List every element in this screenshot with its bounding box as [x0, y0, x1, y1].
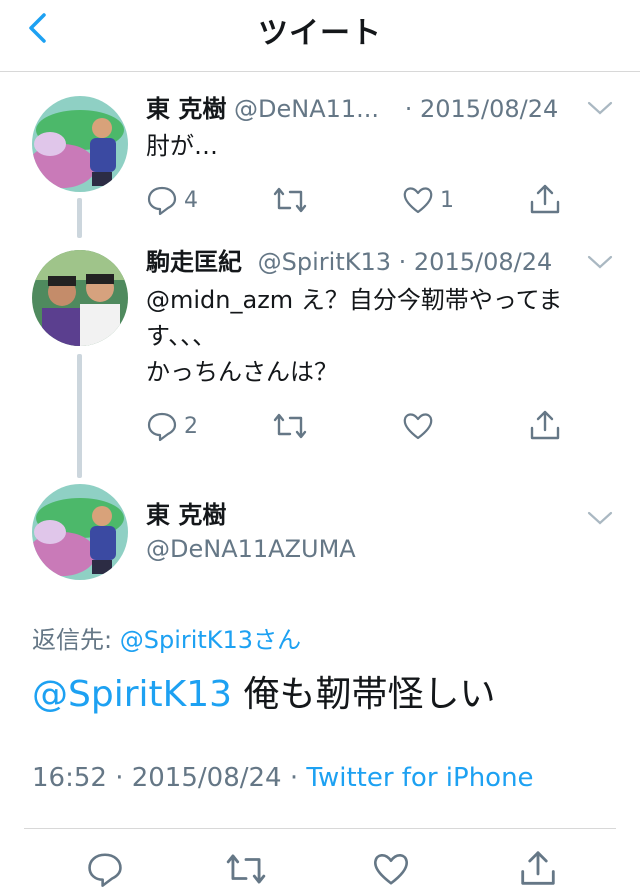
tweet-text-line: す、、、 — [146, 322, 217, 350]
retweet-button[interactable] — [272, 410, 308, 442]
tweet-meta: 16:52 · 2015/08/24 · Twitter for iPhone — [32, 763, 534, 793]
mention-link[interactable]: @midn_azm — [146, 286, 293, 314]
reply-icon — [147, 186, 177, 216]
reply-icon — [147, 412, 177, 442]
tweet-author-handle[interactable]: @SpiritK13 — [258, 248, 391, 276]
share-button[interactable] — [528, 182, 562, 216]
retweet-button[interactable] — [272, 184, 308, 216]
main-tweet-text: @SpiritK13 俺も靭帯怪しい — [32, 672, 496, 718]
like-button[interactable]: 1 — [402, 184, 454, 216]
share-button[interactable] — [528, 408, 562, 442]
divider — [24, 828, 616, 829]
main-tweet-body: 俺も靭帯怪しい — [232, 674, 496, 715]
chevron-down-icon[interactable] — [587, 254, 613, 270]
tweet-text-line: え？自分今靭帯やってま — [293, 286, 563, 314]
main-author-handle-row: @DeNA11AZUMA — [146, 534, 356, 564]
reply-button[interactable]: 2 — [146, 410, 198, 442]
tweet-header: 東 克樹 @DeNA11... · 2015/08/24 — [146, 94, 558, 124]
main-author-name[interactable]: 東 克樹 — [146, 500, 226, 530]
retweet-icon — [273, 187, 307, 213]
tweet-author-name[interactable]: 駒走匡紀 — [146, 248, 242, 276]
reply-to-link[interactable]: @SpiritK13さん — [120, 626, 301, 654]
mention-link[interactable]: @SpiritK13 — [32, 674, 232, 715]
share-icon — [530, 410, 560, 440]
tweet-text: 肘が… — [146, 132, 218, 160]
reply-count: 2 — [184, 413, 198, 439]
reply-to-line: 返信先: @SpiritK13さん — [32, 620, 301, 655]
page-title: ツイート — [258, 16, 382, 51]
reply-button[interactable]: 4 — [146, 184, 198, 216]
retweet-icon — [273, 413, 307, 439]
heart-icon[interactable] — [372, 850, 410, 888]
thread-line — [77, 354, 82, 478]
share-icon — [530, 184, 560, 214]
reply-count: 4 — [184, 187, 198, 213]
heart-icon — [403, 413, 433, 440]
avatar[interactable] — [32, 96, 128, 192]
like-button[interactable] — [402, 410, 434, 442]
tweet-text-line: かっちんさんは？ — [146, 358, 338, 386]
like-count: 1 — [440, 187, 454, 213]
tweet-header: 駒走匡紀 @SpiritK13 · 2015/08/24 — [146, 247, 552, 277]
tweet-text: @midn_azm え？自分今靭帯やってま す、、、 かっちんさんは？ — [146, 282, 616, 390]
tweet-author-name[interactable]: 東 克樹 — [146, 95, 226, 123]
author-handle[interactable]: @DeNA11AZUMA — [146, 535, 356, 563]
tweet-date: · 2015/08/24 — [404, 95, 559, 123]
tweet-author-handle[interactable]: @DeNA11... — [234, 95, 379, 123]
thread-line — [77, 198, 82, 238]
nav-bar: ツイート — [0, 0, 640, 72]
share-icon[interactable] — [518, 848, 558, 888]
chevron-down-icon[interactable] — [587, 510, 613, 526]
tweet-source-link[interactable]: Twitter for iPhone — [306, 763, 533, 793]
chevron-down-icon[interactable] — [587, 100, 613, 116]
author-name[interactable]: 東 克樹 — [146, 501, 226, 529]
avatar[interactable] — [32, 250, 128, 346]
reply-icon[interactable] — [86, 850, 124, 888]
retweet-icon[interactable] — [224, 850, 268, 888]
tweet-date: · 2015/08/24 — [398, 248, 553, 276]
heart-icon — [403, 187, 433, 214]
avatar[interactable] — [32, 484, 128, 580]
reply-to-label: 返信先: — [32, 626, 120, 654]
tweet-timestamp: 16:52 · 2015/08/24 · — [32, 763, 307, 793]
